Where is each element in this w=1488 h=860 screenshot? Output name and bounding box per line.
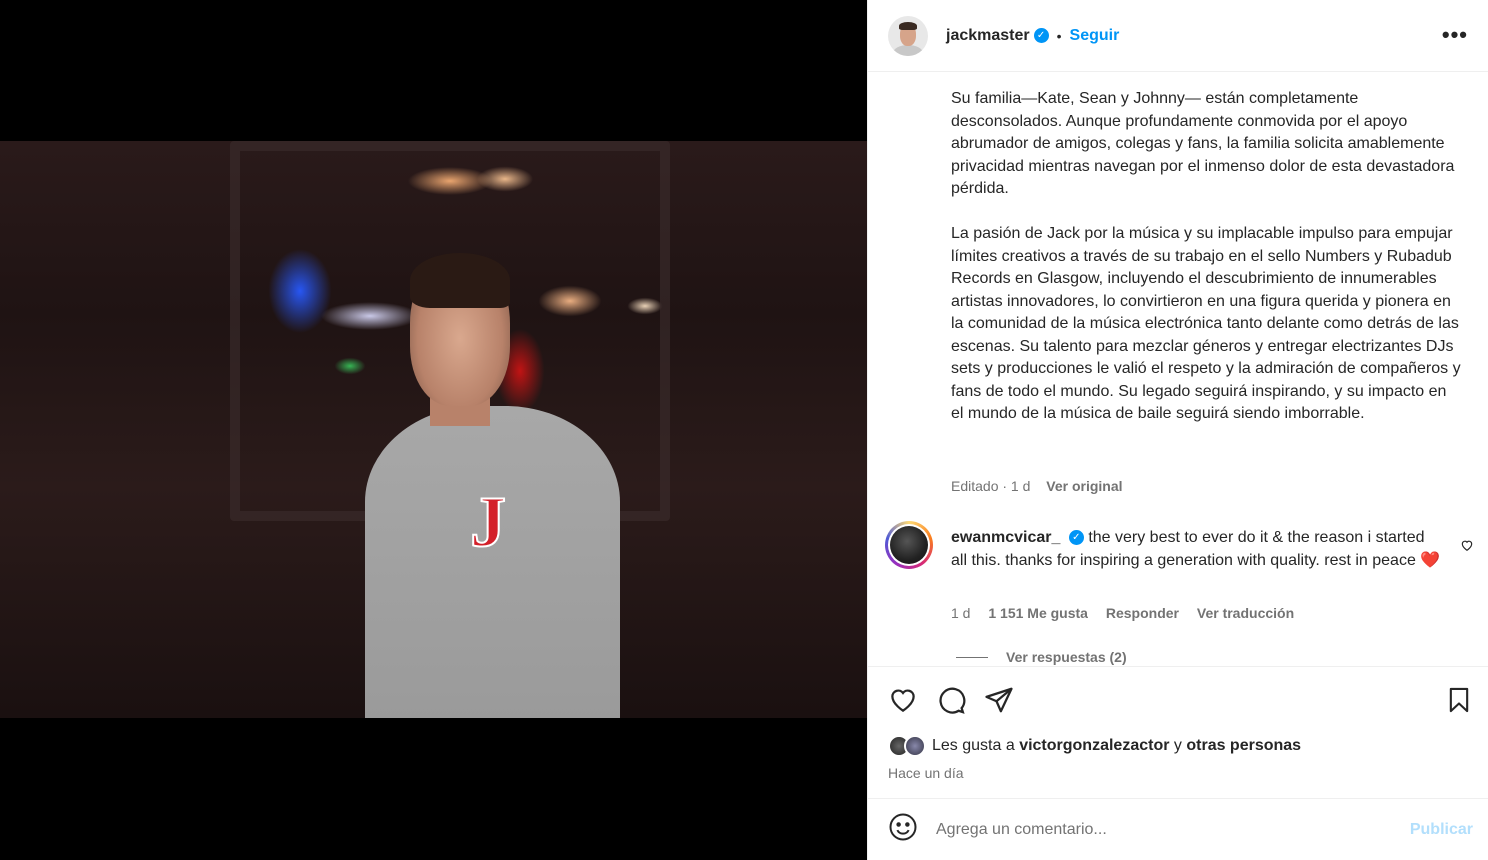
post-caption: Su familia—Kate, Sean y Johnny— están co… xyxy=(951,90,1461,422)
liked-by-prefix: Les gusta a xyxy=(932,737,1015,754)
comment-like-heart-icon[interactable] xyxy=(1460,538,1474,557)
post-panel: jackmaster ✓ • Seguir ••• Su familia—Kat… xyxy=(867,0,1488,860)
comment-bubble-icon[interactable] xyxy=(936,685,966,715)
comment-text: ewanmcvicar_ ✓ the very best to ever do … xyxy=(951,527,1441,572)
comment-meta: 1 d 1 151 Me gusta Responder Ver traducc… xyxy=(951,605,1308,621)
comment-composer: Publicar xyxy=(868,798,1488,860)
follow-button[interactable]: Seguir xyxy=(1070,27,1120,45)
post-header: jackmaster ✓ • Seguir ••• xyxy=(868,0,1488,72)
commenter-avatar[interactable] xyxy=(885,521,933,569)
author-username[interactable]: jackmaster xyxy=(946,27,1030,45)
comments-scroll-area[interactable]: Su familia—Kate, Sean y Johnny— están co… xyxy=(868,72,1488,666)
post-photo[interactable]: J xyxy=(0,141,867,718)
post-timestamp[interactable]: Hace un día xyxy=(888,765,964,781)
comment-time: 1 d xyxy=(951,605,971,621)
view-replies-label: Ver respuestas (2) xyxy=(1006,649,1127,665)
reply-button[interactable]: Responder xyxy=(1106,605,1179,621)
header-separator: • xyxy=(1056,27,1062,44)
translate-button[interactable]: Ver traducción xyxy=(1197,605,1294,621)
caption-meta: Editado · 1 d Ver original xyxy=(951,478,1123,494)
commenter-username[interactable]: ewanmcvicar_ xyxy=(951,529,1060,546)
commenter-verified-icon: ✓ xyxy=(1068,530,1084,546)
see-original-link[interactable]: Ver original xyxy=(1046,478,1122,494)
post-media: J xyxy=(0,0,867,860)
photo-sweater-letter: J xyxy=(469,481,507,563)
comment-likes[interactable]: 1 151 Me gusta xyxy=(988,605,1088,621)
comment-input[interactable] xyxy=(936,820,1410,839)
replies-divider xyxy=(956,656,988,658)
liked-by-user[interactable]: victorgonzalezactor xyxy=(1019,737,1169,755)
photo-hair xyxy=(410,253,510,308)
liked-by-join: y xyxy=(1173,737,1182,754)
liked-by: Les gusta a victorgonzalezactor y otras … xyxy=(888,735,1301,757)
more-options-icon[interactable]: ••• xyxy=(1442,22,1468,48)
save-bookmark-icon[interactable] xyxy=(1445,685,1473,715)
emoji-smiley-icon[interactable] xyxy=(888,812,918,847)
liker-avatar[interactable] xyxy=(904,735,926,757)
like-heart-icon[interactable] xyxy=(888,685,918,715)
share-paper-plane-icon[interactable] xyxy=(984,685,1014,715)
red-heart-emoji: ❤️ xyxy=(1420,551,1441,569)
view-replies-button[interactable]: Ver respuestas (2) xyxy=(956,649,1127,665)
edited-label: Editado · 1 d xyxy=(951,478,1031,494)
liked-by-others[interactable]: otras personas xyxy=(1186,737,1301,755)
post-actions: Les gusta a victorgonzalezactor y otras … xyxy=(868,666,1488,798)
publish-button[interactable]: Publicar xyxy=(1410,821,1473,839)
verified-badge-icon: ✓ xyxy=(1033,28,1049,43)
author-avatar[interactable] xyxy=(888,15,928,56)
